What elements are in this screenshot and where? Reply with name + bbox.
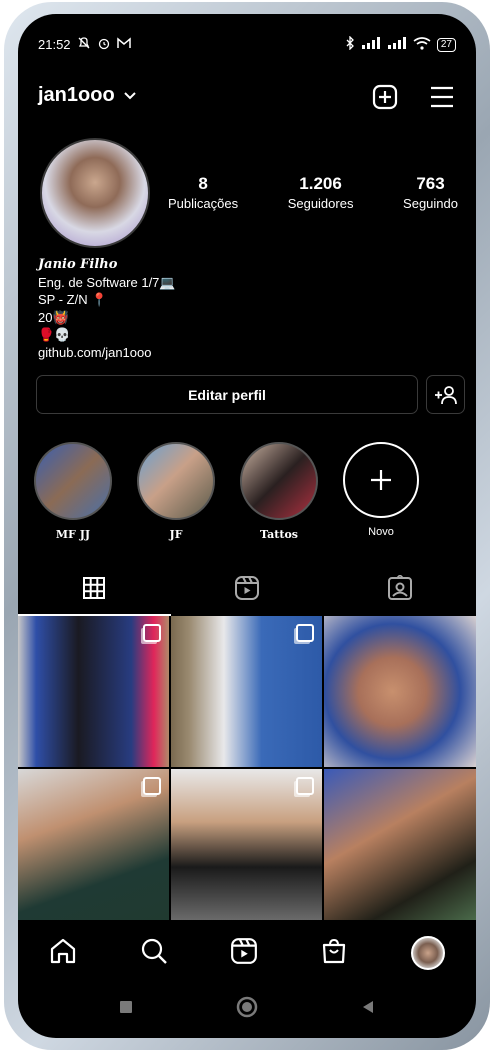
square-icon xyxy=(120,1000,133,1013)
plus-square-icon xyxy=(372,84,398,110)
nav-shop[interactable] xyxy=(320,937,348,970)
bluetooth-icon xyxy=(345,35,355,53)
mute-icon xyxy=(77,36,91,53)
signal-icon xyxy=(361,37,381,52)
home-icon xyxy=(51,938,76,963)
stat-followers[interactable]: 1.206 Seguidores xyxy=(288,174,354,211)
phone-frame: 21:52 27 jan1ooo 8 Publicações 1.206 Seg… xyxy=(4,2,490,1050)
highlight-cover xyxy=(34,442,112,520)
status-time: 21:52 xyxy=(38,37,71,52)
post-thumbnail[interactable] xyxy=(18,769,169,920)
highlight-item[interactable]: JF xyxy=(137,442,215,541)
post-thumbnail[interactable] xyxy=(18,616,169,767)
search-icon xyxy=(141,938,167,964)
multi-photo-icon xyxy=(296,777,314,795)
stat-value: 8 xyxy=(198,174,208,193)
menu-button[interactable] xyxy=(429,85,455,114)
tab-posts-grid[interactable] xyxy=(18,562,171,616)
system-nav xyxy=(18,989,476,1029)
highlight-item[interactable]: MF JJ xyxy=(34,442,112,541)
highlight-item[interactable]: Tattos xyxy=(240,442,318,541)
bottom-nav xyxy=(18,924,476,982)
hamburger-icon xyxy=(431,86,453,108)
new-highlight-button[interactable]: Novo xyxy=(342,442,420,538)
highlight-label: MF JJ xyxy=(55,528,91,541)
profile-avatar[interactable] xyxy=(40,138,150,248)
profile-tabs xyxy=(18,562,476,616)
battery-indicator: 27 xyxy=(436,37,456,52)
multi-photo-icon xyxy=(143,777,161,795)
discover-people-button[interactable] xyxy=(426,375,465,414)
display-name: Janio Filho xyxy=(38,257,118,272)
posts-grid xyxy=(18,616,476,920)
shopping-bag-icon xyxy=(323,938,346,963)
tagged-icon xyxy=(387,575,412,600)
wifi-icon xyxy=(413,36,431,53)
bio: Janio Filho Eng. de Software 1/7💻 SP - Z… xyxy=(38,256,176,361)
stat-following[interactable]: 763 Seguindo xyxy=(403,174,458,211)
reels-icon xyxy=(235,576,259,600)
multi-photo-icon xyxy=(296,624,314,642)
nav-profile-avatar[interactable] xyxy=(410,936,445,970)
stat-label: Seguindo xyxy=(403,196,458,211)
highlight-cover xyxy=(240,442,318,520)
stat-value: 763 xyxy=(416,174,445,193)
username-switcher[interactable]: jan1ooo xyxy=(38,84,137,107)
plus-icon xyxy=(371,470,391,490)
recent-apps-button[interactable] xyxy=(119,1000,133,1019)
bio-line: SP - Z/N 📍 xyxy=(38,292,108,307)
home-system-button[interactable] xyxy=(236,996,258,1023)
post-thumbnail[interactable] xyxy=(324,769,476,920)
grid-icon xyxy=(83,577,106,599)
tab-reels[interactable] xyxy=(171,562,324,614)
edit-profile-button[interactable]: Editar perfil xyxy=(36,375,418,414)
highlight-cover xyxy=(137,442,215,520)
new-post-button[interactable] xyxy=(372,84,398,115)
back-triangle-icon xyxy=(362,1000,373,1013)
status-bar: 21:52 27 xyxy=(38,35,456,56)
stat-posts[interactable]: 8 Publicações xyxy=(168,174,238,211)
bio-line: 20👹 xyxy=(38,309,69,325)
post-thumbnail[interactable] xyxy=(324,616,476,767)
highlight-label: JF xyxy=(169,528,183,541)
multi-photo-icon xyxy=(143,624,161,642)
tab-tagged[interactable] xyxy=(323,562,476,614)
new-highlight-circle xyxy=(343,442,419,518)
stat-value: 1.206 xyxy=(299,174,342,193)
username: jan1ooo xyxy=(38,84,115,106)
signal-icon-2 xyxy=(387,37,407,52)
highlight-label: Tattos xyxy=(260,528,298,541)
add-person-icon xyxy=(434,385,457,404)
nav-home[interactable] xyxy=(49,937,77,970)
chevron-down-icon xyxy=(123,84,137,107)
stat-label: Publicações xyxy=(168,196,239,211)
gmail-icon xyxy=(116,37,131,52)
screen: 21:52 27 jan1ooo 8 Publicações 1.206 Seg… xyxy=(18,14,476,1038)
back-system-button[interactable] xyxy=(361,999,375,1020)
nav-reels[interactable] xyxy=(230,937,258,970)
reels-icon xyxy=(231,937,257,964)
alarm-icon xyxy=(97,36,111,53)
bio-line: Eng. de Software 1/7💻 xyxy=(38,274,176,290)
circle-icon xyxy=(236,996,258,1017)
bio-link[interactable]: github.com/jan1ooo xyxy=(38,344,176,362)
post-thumbnail[interactable] xyxy=(171,616,322,767)
bio-line: 🥊💀 xyxy=(38,327,71,342)
profile-stats: 8 Publicações 1.206 Seguidores 763 Segui… xyxy=(168,174,458,211)
highlight-label: Novo xyxy=(368,526,394,538)
nav-search[interactable] xyxy=(140,937,168,970)
post-thumbnail[interactable] xyxy=(171,769,322,920)
stat-label: Seguidores xyxy=(287,196,354,211)
